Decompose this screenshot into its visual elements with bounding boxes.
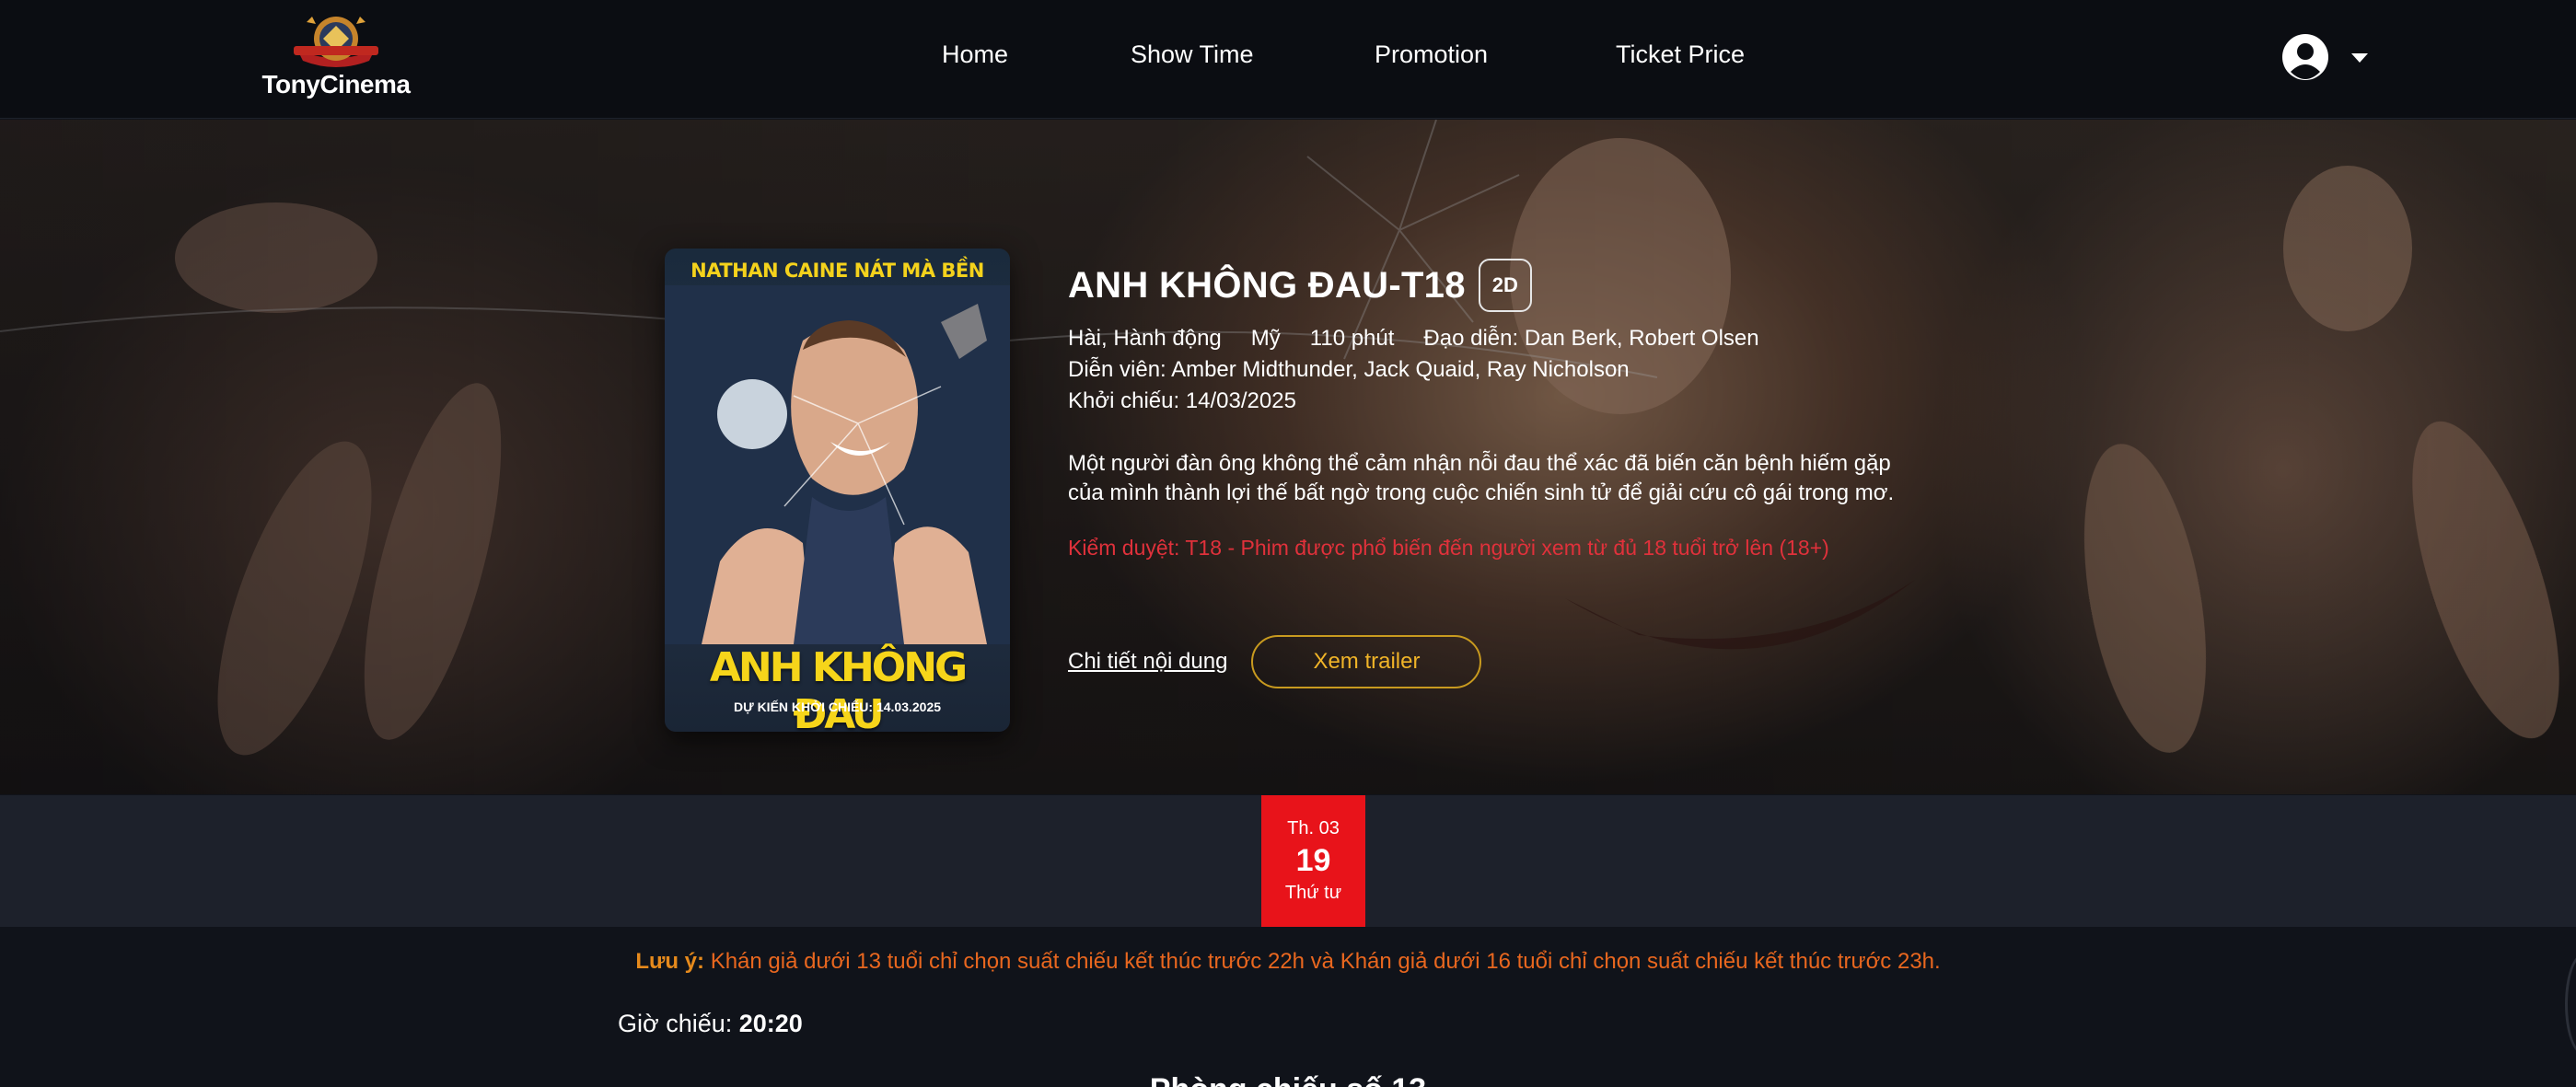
movie-country: Mỹ	[1250, 326, 1281, 351]
nav-promotion[interactable]: Promotion	[1375, 40, 1488, 69]
date-month: Th. 03	[1287, 818, 1340, 838]
nav-home[interactable]: Home	[942, 40, 1008, 69]
detail-link[interactable]: Chi tiết nội dung	[1068, 649, 1227, 675]
movie-info: ANH KHÔNG ĐAU-T18 2D Hài, Hành động Mỹ 1…	[1068, 258, 1989, 561]
movie-release-date: Khởi chiếu: 14/03/2025	[1068, 388, 1296, 413]
notice-text: Khán giả dưới 13 tuổi chỉ chọn suất chiế…	[704, 949, 1941, 974]
synopsis-line: Một người đàn ông không thể cảm nhận nỗi…	[1068, 451, 1891, 476]
nav-show-time[interactable]: Show Time	[1131, 40, 1254, 69]
movie-cast: Diễn viên: Amber Midthunder, Jack Quaid,…	[1068, 357, 1630, 382]
title-row: ANH KHÔNG ĐAU-T18 2D	[1068, 258, 1989, 313]
showtime-value[interactable]: 20:20	[739, 1010, 803, 1037]
movie-synopsis: Một người đàn ông không thể cảm nhận nỗi…	[1068, 449, 1989, 508]
poster-artwork-image	[665, 285, 1010, 644]
caret-down-icon[interactable]	[2350, 52, 2370, 64]
date-day: 19	[1295, 843, 1331, 878]
movie-hero: NATHAN CAINE NÁT MÀ BỀN ANH KHÔNG ĐAU DỰ…	[0, 120, 2576, 794]
date-selector: Th. 03 19 Thứ tư	[0, 795, 2576, 927]
movie-director: Đạo diễn: Dan Berk, Robert Olsen	[1423, 326, 1759, 351]
movie-meta: Hài, Hành động Mỹ 110 phút Đạo diễn: Dan…	[1068, 326, 1989, 352]
room-title: Phòng chiếu số 13	[0, 1072, 2576, 1087]
date-card-selected[interactable]: Th. 03 19 Thứ tư	[1261, 795, 1365, 927]
nav-ticket-price[interactable]: Ticket Price	[1616, 40, 1745, 69]
movie-poster: NATHAN CAINE NÁT MÀ BỀN ANH KHÔNG ĐAU DỰ…	[665, 249, 1010, 732]
date-weekday: Thứ tư	[1284, 883, 1342, 903]
user-circle-icon[interactable]	[2281, 33, 2329, 81]
main-nav: Home Show Time Promotion Ticket Price	[0, 40, 2576, 77]
format-badge: 2D	[1478, 259, 1532, 312]
watch-trailer-button[interactable]: Xem trailer	[1251, 635, 1482, 688]
poster-tagline: NATHAN CAINE NÁT MÀ BỀN	[690, 260, 984, 282]
showtime-row: Giờ chiếu: 20:20	[618, 1010, 803, 1038]
poster-release-date: DỰ KIẾN KHỞI CHIẾU: 14.03.2025	[733, 700, 942, 714]
movie-genre: Hài, Hành động	[1068, 326, 1222, 351]
movie-title: ANH KHÔNG ĐAU-T18	[1068, 264, 1466, 306]
top-navbar: TonyCinema Home Show Time Promotion Tick…	[0, 0, 2576, 119]
age-notice: Lưu ý: Khán giả dưới 13 tuổi chỉ chọn su…	[0, 949, 2576, 975]
showtime-label: Giờ chiếu:	[618, 1010, 739, 1037]
synopsis-line: của mình thành lợi thế bất ngờ trong cuộ…	[1068, 480, 1895, 505]
poster-title: ANH KHÔNG ĐAU	[709, 644, 968, 732]
movie-actions: Chi tiết nội dung Xem trailer	[1068, 635, 1482, 688]
user-menu[interactable]	[2281, 33, 2373, 81]
movie-duration: 110 phút	[1309, 326, 1395, 351]
rating-note: Kiểm duyệt: T18 - Phim được phổ biến đến…	[1068, 536, 1829, 560]
notice-label: Lưu ý:	[635, 949, 705, 974]
